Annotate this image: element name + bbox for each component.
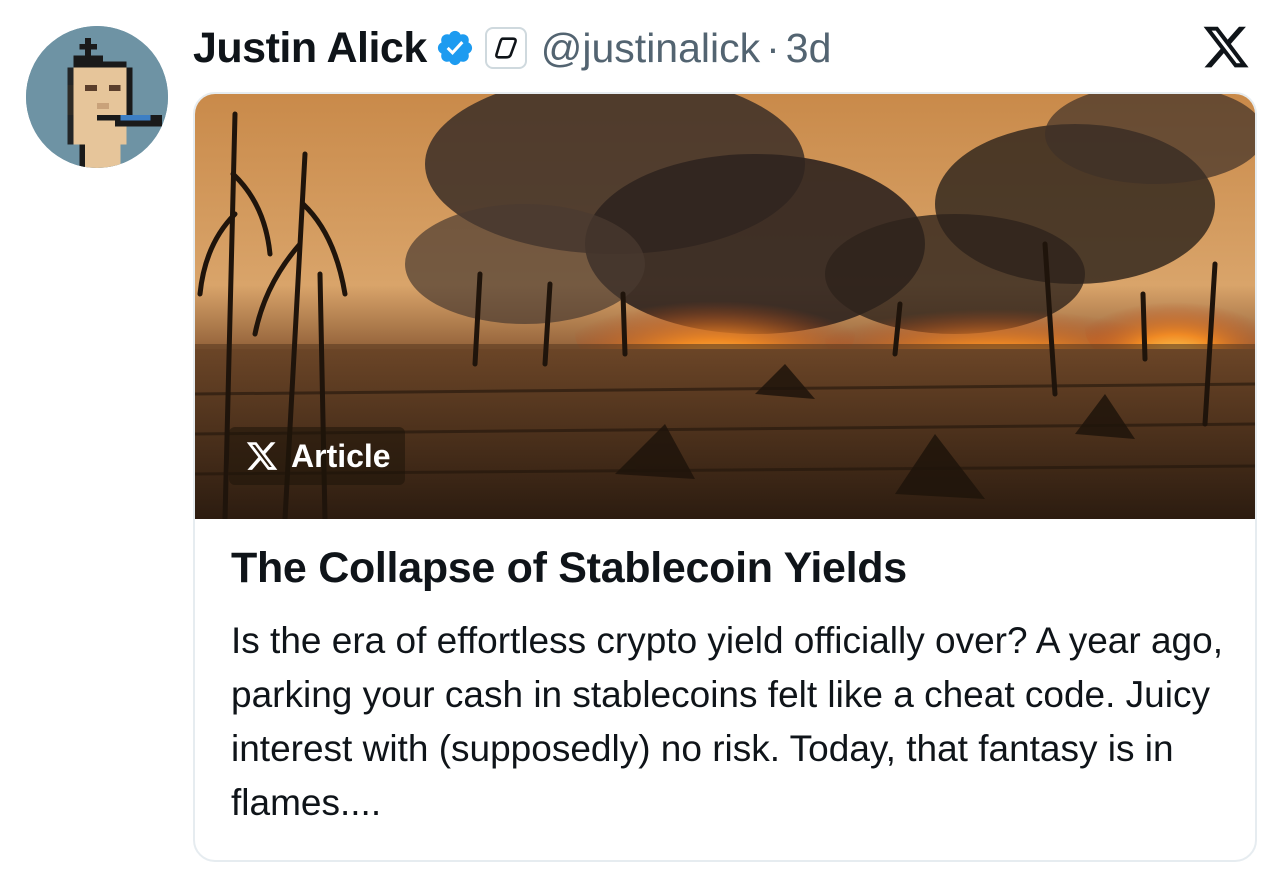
x-logo-icon[interactable] [1199, 22, 1253, 72]
author-display-name[interactable]: Justin Alick [193, 24, 427, 73]
meta-separator: · [766, 24, 780, 71]
verified-badge-icon[interactable] [435, 28, 475, 68]
x-logo-icon [245, 439, 279, 473]
pixel-punk-avatar [26, 26, 168, 168]
article-card[interactable]: Article The Collapse of Stablecoin Yield… [193, 92, 1257, 862]
avatar[interactable] [26, 26, 168, 168]
article-title[interactable]: The Collapse of Stablecoin Yields [231, 544, 907, 593]
author-handle[interactable]: @justinalick [541, 25, 760, 72]
article-excerpt: Is the era of effortless crypto yield of… [231, 620, 1223, 823]
article-badge: Article [229, 427, 405, 485]
affiliate-badge-icon[interactable] [484, 27, 527, 69]
article-badge-label: Article [291, 437, 391, 474]
tweet-header: Justin Alick @justinalick · 3d [193, 20, 831, 76]
tweet-timestamp[interactable]: 3d [786, 25, 832, 72]
